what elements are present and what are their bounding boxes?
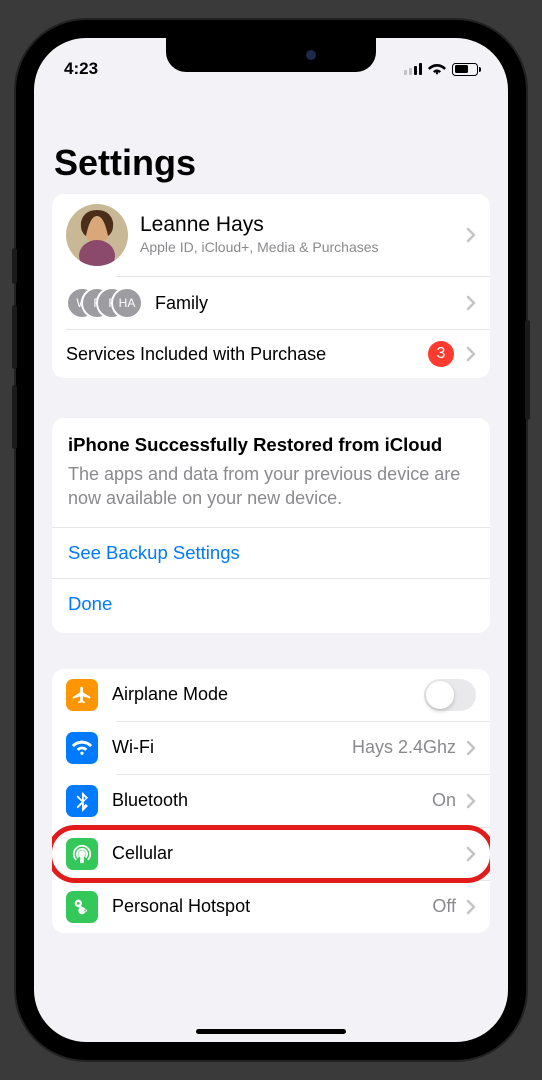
cellular-icon	[66, 838, 98, 870]
done-link[interactable]: Done	[68, 579, 474, 617]
cellular-signal-icon	[404, 63, 422, 75]
family-row[interactable]: W F F HA Family	[52, 277, 490, 329]
profile-subtitle: Apple ID, iCloud+, Media & Purchases	[140, 238, 466, 256]
chevron-right-icon	[466, 346, 476, 362]
cellular-label: Cellular	[112, 843, 466, 864]
chevron-right-icon	[466, 899, 476, 915]
restore-card: iPhone Successfully Restored from iCloud…	[52, 418, 490, 633]
airplane-mode-row[interactable]: Airplane Mode	[52, 669, 490, 721]
hotspot-label: Personal Hotspot	[112, 896, 432, 917]
volume-down	[12, 385, 17, 449]
chevron-right-icon	[466, 793, 476, 809]
notch	[166, 38, 376, 72]
services-row[interactable]: Services Included with Purchase 3	[52, 330, 490, 378]
bluetooth-row[interactable]: Bluetooth On	[52, 775, 490, 827]
settings-list: Airplane Mode Wi-Fi Hays 2.4Ghz	[52, 669, 490, 933]
airplane-icon	[66, 679, 98, 711]
home-indicator[interactable]	[196, 1029, 346, 1034]
wifi-detail: Hays 2.4Ghz	[352, 737, 456, 758]
backup-settings-link[interactable]: See Backup Settings	[68, 528, 474, 578]
wifi-icon	[66, 732, 98, 764]
airplane-toggle[interactable]	[424, 679, 476, 711]
profile-avatar	[66, 204, 128, 266]
services-label: Services Included with Purchase	[66, 344, 428, 365]
power-button	[525, 320, 530, 420]
silent-switch	[12, 248, 17, 284]
phone-frame: 4:23 Settings Leanne Hays Apple ID, iClo…	[16, 20, 526, 1060]
volume-up	[12, 305, 17, 369]
bluetooth-detail: On	[432, 790, 456, 811]
profile-card: Leanne Hays Apple ID, iCloud+, Media & P…	[52, 194, 490, 378]
airplane-label: Airplane Mode	[112, 684, 424, 705]
apple-id-row[interactable]: Leanne Hays Apple ID, iCloud+, Media & P…	[52, 194, 490, 276]
profile-name: Leanne Hays	[140, 213, 466, 237]
chevron-right-icon	[466, 740, 476, 756]
chevron-right-icon	[466, 295, 476, 311]
restore-title: iPhone Successfully Restored from iCloud	[68, 434, 474, 456]
hotspot-detail: Off	[432, 896, 456, 917]
cellular-row[interactable]: Cellular	[52, 828, 490, 880]
family-avatar: HA	[111, 287, 143, 319]
services-badge: 3	[428, 341, 454, 367]
chevron-right-icon	[466, 227, 476, 243]
chevron-right-icon	[466, 846, 476, 862]
family-label: Family	[155, 293, 466, 314]
hotspot-row[interactable]: Personal Hotspot Off	[52, 881, 490, 933]
bluetooth-label: Bluetooth	[112, 790, 432, 811]
restore-text: The apps and data from your previous dev…	[68, 462, 474, 511]
wifi-row[interactable]: Wi-Fi Hays 2.4Ghz	[52, 722, 490, 774]
hotspot-icon	[66, 891, 98, 923]
wifi-status-icon	[428, 62, 446, 76]
bluetooth-icon	[66, 785, 98, 817]
status-time: 4:23	[64, 59, 98, 79]
page-title: Settings	[52, 86, 490, 194]
screen: 4:23 Settings Leanne Hays Apple ID, iClo…	[34, 38, 508, 1042]
wifi-label: Wi-Fi	[112, 737, 352, 758]
battery-icon	[452, 63, 478, 76]
